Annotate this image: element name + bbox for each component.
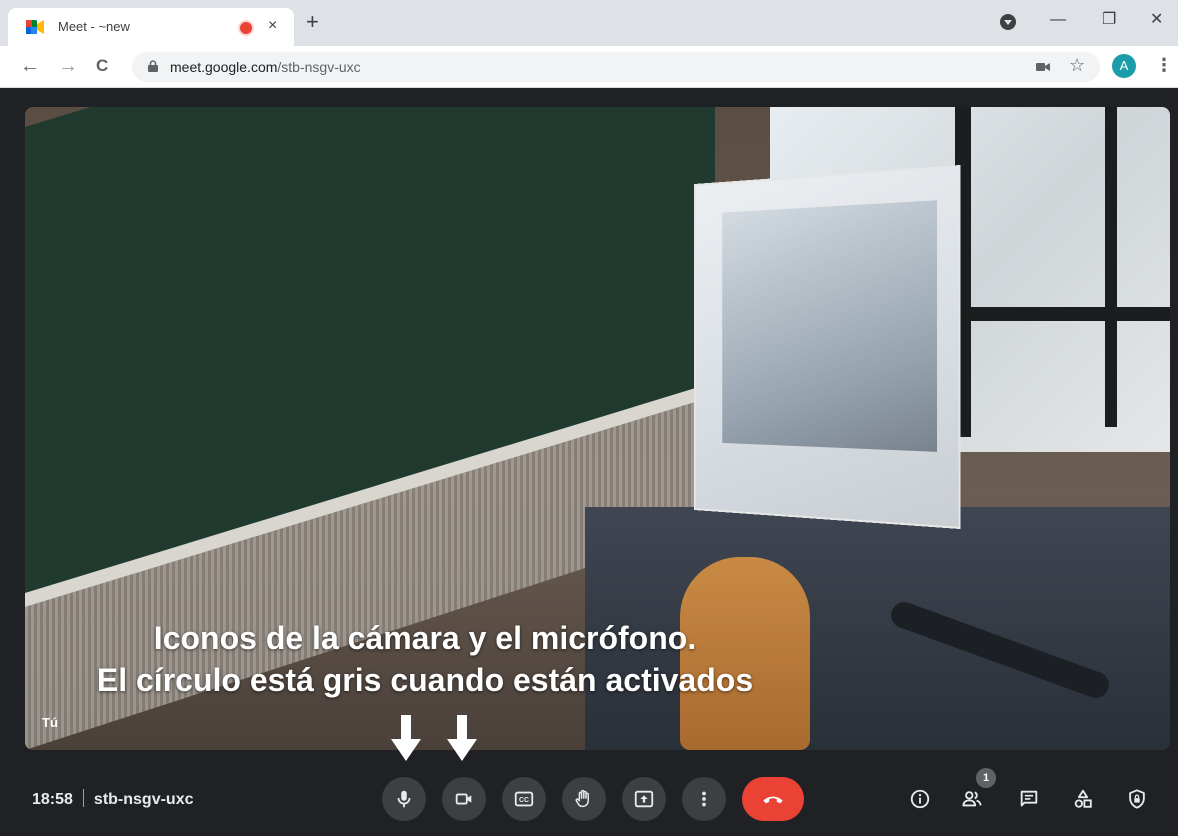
- video-scene-projector-screen: [696, 167, 959, 527]
- video-scene-window-frame: [1105, 107, 1117, 427]
- forward-button[interactable]: →: [58, 54, 78, 78]
- browser-tab-meet[interactable]: Meet - ~new ×: [8, 8, 294, 46]
- self-name-label: Tú: [42, 715, 58, 730]
- tab-strip: Meet - ~new × + — ❐ ✕: [0, 0, 1178, 46]
- hang-up-icon: [760, 786, 786, 812]
- new-tab-button[interactable]: +: [306, 10, 319, 34]
- closed-captions-icon: CC: [513, 788, 535, 810]
- annotation-caption: Iconos de la cámara y el micrófono. El c…: [25, 617, 825, 701]
- video-camera-icon: [453, 788, 475, 810]
- camera-in-use-icon[interactable]: [1036, 62, 1050, 72]
- more-vert-icon: [693, 788, 715, 810]
- camera-button[interactable]: [442, 777, 486, 821]
- more-options-button[interactable]: [682, 777, 726, 821]
- close-window-button[interactable]: ✕: [1150, 10, 1163, 30]
- host-controls-button[interactable]: [1122, 784, 1152, 814]
- bookmark-star-icon[interactable]: ☆: [1069, 55, 1085, 76]
- arrow-down-icon: [391, 715, 421, 761]
- info-icon: [909, 788, 931, 810]
- raise-hand-button[interactable]: [562, 777, 606, 821]
- tab-title: Meet - ~new: [58, 19, 130, 34]
- self-video-tile: Iconos de la cámara y el micrófono. El c…: [25, 107, 1170, 750]
- meeting-time: 18:58: [32, 791, 73, 808]
- caption-line-2: El círculo está gris cuando están activa…: [25, 659, 825, 701]
- lock-icon: [148, 60, 158, 72]
- video-scene-projected-image: [722, 200, 937, 452]
- meeting-code: stb-nsgv-uxc: [94, 791, 194, 808]
- svg-text:CC: CC: [519, 797, 529, 804]
- arrow-down-icon: [447, 715, 477, 761]
- browser-menu-button[interactable]: ⋮: [1155, 55, 1173, 75]
- meeting-details: 18:58 stb-nsgv-uxc: [32, 789, 194, 809]
- divider: [83, 789, 84, 807]
- hand-icon: [573, 788, 595, 810]
- google-meet-icon: [26, 20, 44, 34]
- url-host: meet.google.com: [170, 59, 277, 75]
- recording-indicator-icon: [240, 22, 252, 34]
- caption-line-1: Iconos de la cámara y el micrófono.: [25, 617, 825, 659]
- url-text: meet.google.com/stb-nsgv-uxc: [170, 59, 361, 75]
- microphone-button[interactable]: [382, 777, 426, 821]
- microphone-icon: [393, 788, 415, 810]
- tab-search-icon[interactable]: [1000, 14, 1016, 30]
- browser-toolbar: ← → C meet.google.com/stb-nsgv-uxc ☆: [0, 46, 1178, 88]
- leave-call-button[interactable]: [742, 777, 804, 821]
- profile-avatar[interactable]: A: [1112, 54, 1136, 78]
- chat-button[interactable]: [1014, 784, 1044, 814]
- participants-button[interactable]: [957, 784, 987, 814]
- url-path: /stb-nsgv-uxc: [277, 59, 360, 75]
- people-icon: [961, 788, 983, 810]
- meet-stage: Iconos de la cámara y el micrófono. El c…: [0, 89, 1178, 836]
- shield-lock-icon: [1126, 788, 1148, 810]
- back-button[interactable]: ←: [20, 54, 40, 78]
- tab-close-button[interactable]: ×: [268, 16, 277, 36]
- meeting-details-button[interactable]: [905, 784, 935, 814]
- activities-button[interactable]: [1068, 784, 1098, 814]
- chat-icon: [1018, 788, 1040, 810]
- address-bar[interactable]: meet.google.com/stb-nsgv-uxc ☆: [132, 52, 1100, 82]
- participants-count-badge: 1: [976, 768, 996, 788]
- captions-button[interactable]: CC: [502, 777, 546, 821]
- present-screen-icon: [633, 788, 655, 810]
- present-screen-button[interactable]: [622, 777, 666, 821]
- minimize-button[interactable]: —: [1050, 10, 1066, 30]
- restore-button[interactable]: ❐: [1102, 10, 1116, 30]
- reload-button[interactable]: C: [96, 54, 108, 78]
- activities-shapes-icon: [1072, 788, 1094, 810]
